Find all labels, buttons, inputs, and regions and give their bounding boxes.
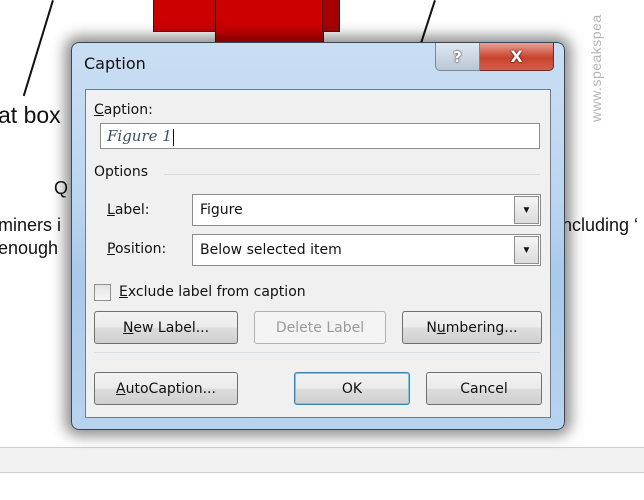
- title-bar-buttons: ? X: [435, 43, 554, 71]
- label-field-label: Label:: [107, 202, 150, 218]
- callout-line-right: [420, 0, 436, 44]
- button-separator: [94, 352, 540, 353]
- callout-line-left: [22, 0, 54, 97]
- bg-text-enough: enough: [0, 238, 59, 258]
- help-button[interactable]: ?: [435, 43, 480, 71]
- watermark: www.speakspea: [588, 14, 604, 122]
- label-dropdown[interactable]: Figure ▼: [192, 194, 541, 226]
- close-button[interactable]: X: [480, 43, 554, 71]
- position-dropdown-value: Below selected item: [200, 242, 342, 258]
- chevron-down-icon[interactable]: ▼: [514, 196, 539, 224]
- numbering-button[interactable]: Nu mbering...: [402, 311, 542, 344]
- bg-text-including: ncluding ‘: [562, 215, 639, 235]
- caption-label: Caption:: [94, 102, 153, 118]
- bg-text-miners: miners i: [0, 215, 62, 235]
- bg-text-format-box: at box: [0, 102, 61, 128]
- dialog-title: Caption: [84, 54, 146, 73]
- close-icon: X: [510, 47, 523, 66]
- red-shape-front: [215, 0, 324, 44]
- position-dropdown[interactable]: Below selected item ▼: [192, 234, 541, 266]
- caption-input-value: Figure 1: [107, 127, 172, 145]
- caption-input[interactable]: Figure 1: [100, 123, 540, 149]
- options-group-divider: [164, 174, 540, 175]
- new-label-button[interactable]: New Label...: [94, 311, 238, 344]
- ok-button[interactable]: OK: [294, 372, 410, 405]
- status-bar: [0, 447, 644, 473]
- exclude-label-text[interactable]: Exclude label from caption: [119, 284, 306, 300]
- autocaption-button[interactable]: AutoCaption...: [94, 372, 238, 405]
- chevron-down-icon[interactable]: ▼: [514, 236, 539, 264]
- label-dropdown-value: Figure: [200, 202, 243, 218]
- bg-text-q: Q: [54, 178, 69, 198]
- dialog-body: Caption: Figure 1 Options Label: Figure …: [85, 89, 551, 418]
- cancel-button[interactable]: Cancel: [426, 372, 542, 405]
- delete-label-button[interactable]: Delete Label: [254, 311, 386, 344]
- red-shape-side: [322, 0, 340, 32]
- text-caret: [172, 128, 174, 146]
- caption-dialog: Caption ? X Caption: Figure 1 Options La…: [71, 42, 565, 430]
- red-shape-left: [153, 0, 221, 32]
- options-group-title: Options: [94, 164, 149, 180]
- position-field-label: Position:: [107, 241, 167, 257]
- help-icon: ?: [453, 47, 462, 66]
- exclude-label-checkbox[interactable]: [94, 284, 111, 301]
